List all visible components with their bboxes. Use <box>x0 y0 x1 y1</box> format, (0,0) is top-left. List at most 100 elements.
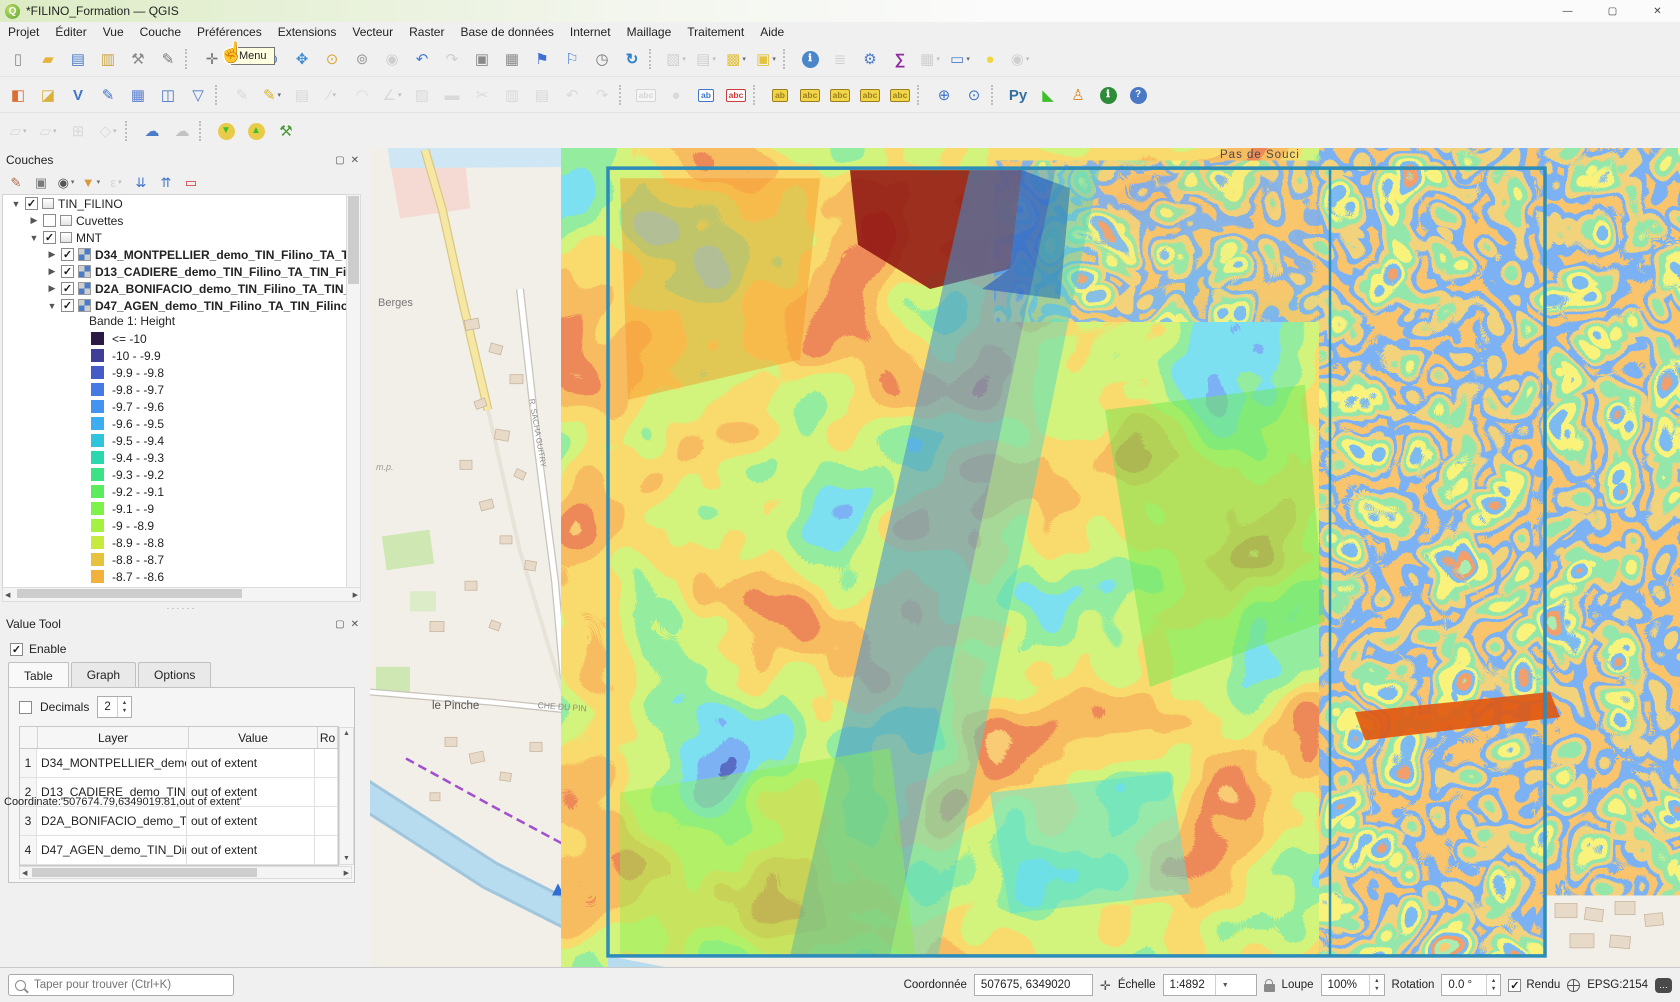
lock-scale-icon[interactable] <box>1264 984 1275 992</box>
add-group-button[interactable]: ▣ <box>30 172 52 192</box>
digitize-shape-button[interactable]: ◠ <box>348 82 376 108</box>
select-features-button[interactable]: ▧▾ <box>662 46 690 72</box>
layer-row-d13-cadiere-demo-tin-filino-ta-tin-filino[interactable]: ▶✓D13_CADIERE_demo_TIN_Filino_TA_TIN_Fil… <box>3 263 360 280</box>
undo-button[interactable]: ↶ <box>558 82 586 108</box>
column-header-value[interactable]: Value <box>189 727 318 748</box>
crs-globe-icon[interactable] <box>1567 979 1580 992</box>
legend-item[interactable]: -8.7 - -8.6 <box>3 568 360 585</box>
geopackage-tools-button[interactable]: ⚒ <box>272 118 300 144</box>
decimals-checkbox[interactable] <box>19 701 32 714</box>
select-by-value-button[interactable]: ▤▾ <box>692 46 720 72</box>
map-tips-button[interactable]: ● <box>976 46 1004 72</box>
layer-visibility-checkbox[interactable]: ✓ <box>43 231 56 244</box>
value-tool-float-button[interactable]: ▢ <box>335 619 344 630</box>
window-maximize-button[interactable]: ▢ <box>1590 0 1635 22</box>
legend-item[interactable]: -10 - -9.9 <box>3 347 360 364</box>
label-toggle-display-button[interactable]: abc <box>722 82 750 108</box>
legend-item[interactable]: -9.9 - -9.8 <box>3 364 360 381</box>
paste-features-button[interactable]: ▤ <box>528 82 556 108</box>
legend-item[interactable]: -9.3 - -9.2 <box>3 466 360 483</box>
legend-item[interactable]: -9.8 - -9.7 <box>3 381 360 398</box>
mesh-transform-button[interactable]: ◇▾ <box>94 118 122 144</box>
chevron-down-icon[interactable]: ▼ <box>1215 975 1229 995</box>
value-table-horizontal-scrollbar[interactable]: ◀ ▶ <box>19 866 352 879</box>
expand-all-button[interactable]: ⇊ <box>130 172 152 192</box>
render-checkbox[interactable]: ✓ <box>1508 979 1521 992</box>
crs-value[interactable]: EPSG:2154 <box>1587 979 1648 991</box>
identify-features-button[interactable]: ℹ <box>796 46 824 72</box>
statistical-summary-button[interactable]: ∑ <box>886 46 914 72</box>
show-layout-manager-button[interactable]: ⚒ <box>124 46 152 72</box>
expander-icon[interactable]: ▼ <box>47 301 57 311</box>
copy-features-button[interactable]: ▥ <box>498 82 526 108</box>
new-print-layout-button[interactable]: ▥ <box>94 46 122 72</box>
cut-features-button[interactable]: ✂ <box>468 82 496 108</box>
mesh-reindex-button[interactable]: ⊞ <box>64 118 92 144</box>
expander-icon[interactable]: ▶ <box>47 283 57 294</box>
show-bookmarks-button[interactable]: ⚐ <box>558 46 586 72</box>
deselect-all-button[interactable]: ▩▾ <box>722 46 750 72</box>
layer-visibility-checkbox[interactable]: ✓ <box>61 282 74 295</box>
label-change-properties-button[interactable]: abc <box>886 82 914 108</box>
column-header-layer[interactable]: Layer <box>38 727 189 748</box>
refresh-button[interactable]: ↻ <box>618 46 646 72</box>
tab-table[interactable]: Table <box>8 662 69 687</box>
new-geopackage-layer-button[interactable]: ◪ <box>34 82 62 108</box>
run-feature-action-button[interactable]: ◉▾ <box>1006 46 1034 72</box>
zoom-last-button[interactable]: ↶ <box>408 46 436 72</box>
statistics-panel-button[interactable]: ≣ <box>826 46 854 72</box>
label-pin-unpin-button[interactable]: ab <box>766 82 794 108</box>
zoom-next-button[interactable]: ↷ <box>438 46 466 72</box>
menu-base-de-donnees[interactable]: Base de données <box>452 23 561 41</box>
label-pin-disabled-button[interactable]: abc <box>632 82 660 108</box>
legend-item[interactable]: -8.9 - -8.8 <box>3 534 360 551</box>
cloud-upload-button[interactable]: ☁ <box>168 118 196 144</box>
layer-visibility-checkbox[interactable]: ✓ <box>25 197 38 210</box>
legend-item[interactable]: -9.6 - -9.5 <box>3 415 360 432</box>
profile-tool-button[interactable]: ◣ <box>1034 82 1062 108</box>
zoom-full-button[interactable]: ✥ <box>288 46 316 72</box>
menu-raster[interactable]: Raster <box>401 23 452 41</box>
open-attribute-table-button[interactable]: ▦▾ <box>916 46 944 72</box>
expander-icon[interactable]: ▼ <box>29 233 39 243</box>
layer-visibility-checkbox[interactable] <box>43 214 56 227</box>
filter-legend-button[interactable]: ▼▾ <box>80 172 102 192</box>
label-anchor-disabled-button[interactable]: ● <box>662 82 690 108</box>
processing-toolbox-button[interactable]: ⚙ <box>856 46 884 72</box>
collapse-all-button[interactable]: ⇈ <box>155 172 177 192</box>
layer-visibility-checkbox[interactable]: ✓ <box>61 248 74 261</box>
expander-icon[interactable]: ▶ <box>47 249 57 260</box>
panel-splitter[interactable]: ······ <box>0 604 363 612</box>
menu-preferences[interactable]: Préférences <box>189 23 270 41</box>
layer-row-d2a-bonifacio-demo-tin-filino-ta-tin-filino[interactable]: ▶✓D2A_BONIFACIO_demo_TIN_Filino_TA_TIN_F… <box>3 280 360 297</box>
rotation-spinbox[interactable]: 0.0 ° ▲▼ <box>1441 974 1501 996</box>
new-spatial-bookmark-button[interactable]: ⚑ <box>528 46 556 72</box>
layer-row-mnt[interactable]: ▼✓MNT <box>3 229 360 246</box>
layer-row-d34-montpellier-demo-tin-filino-ta-tin-fili[interactable]: ▶✓D34_MONTPELLIER_demo_TIN_Filino_TA_TIN… <box>3 246 360 263</box>
zoom-to-selection-button[interactable]: ⊚ <box>348 46 376 72</box>
python-console-button[interactable]: Py <box>1004 82 1032 108</box>
filter-by-expression-button[interactable]: ε▾ <box>105 172 127 192</box>
coordinate-input[interactable]: 507675, 6349020 <box>974 974 1093 996</box>
magnifier-spinbox[interactable]: 100% ▲▼ <box>1321 974 1385 996</box>
cloud-download-button[interactable]: ☁ <box>138 118 166 144</box>
new-shapefile-layer-button[interactable]: V <box>64 82 92 108</box>
enable-checkbox[interactable]: ✓ <box>10 643 23 656</box>
remove-layer-button[interactable]: ▭ <box>180 172 202 192</box>
label-move-button[interactable]: abc <box>826 82 854 108</box>
mesh-digitizing-button[interactable]: ▱▾ <box>4 118 32 144</box>
window-close-button[interactable]: ✕ <box>1635 0 1680 22</box>
layer-visibility-checkbox[interactable]: ✓ <box>61 299 74 312</box>
layers-vertical-scrollbar[interactable] <box>346 194 361 588</box>
label-show-hide-button[interactable]: abc <box>796 82 824 108</box>
layers-horizontal-scrollbar[interactable]: ◀ ▶ <box>2 587 361 602</box>
geopackage-import-button[interactable]: ▼ <box>212 118 240 144</box>
select-by-location-button[interactable]: ▣▾ <box>752 46 780 72</box>
toggle-editing-button[interactable]: ✎ <box>228 82 256 108</box>
legend-item[interactable]: -9.1 - -9 <box>3 500 360 517</box>
tab-graph[interactable]: Graph <box>71 662 136 687</box>
value-table-vertical-scrollbar[interactable]: ▲ ▼ <box>339 727 354 865</box>
value-tool-close-button[interactable]: ✕ <box>351 619 359 630</box>
legend-item[interactable]: -9.5 - -9.4 <box>3 432 360 449</box>
layer-row-tin-filino[interactable]: ▼✓TIN_FILINO <box>3 195 360 212</box>
